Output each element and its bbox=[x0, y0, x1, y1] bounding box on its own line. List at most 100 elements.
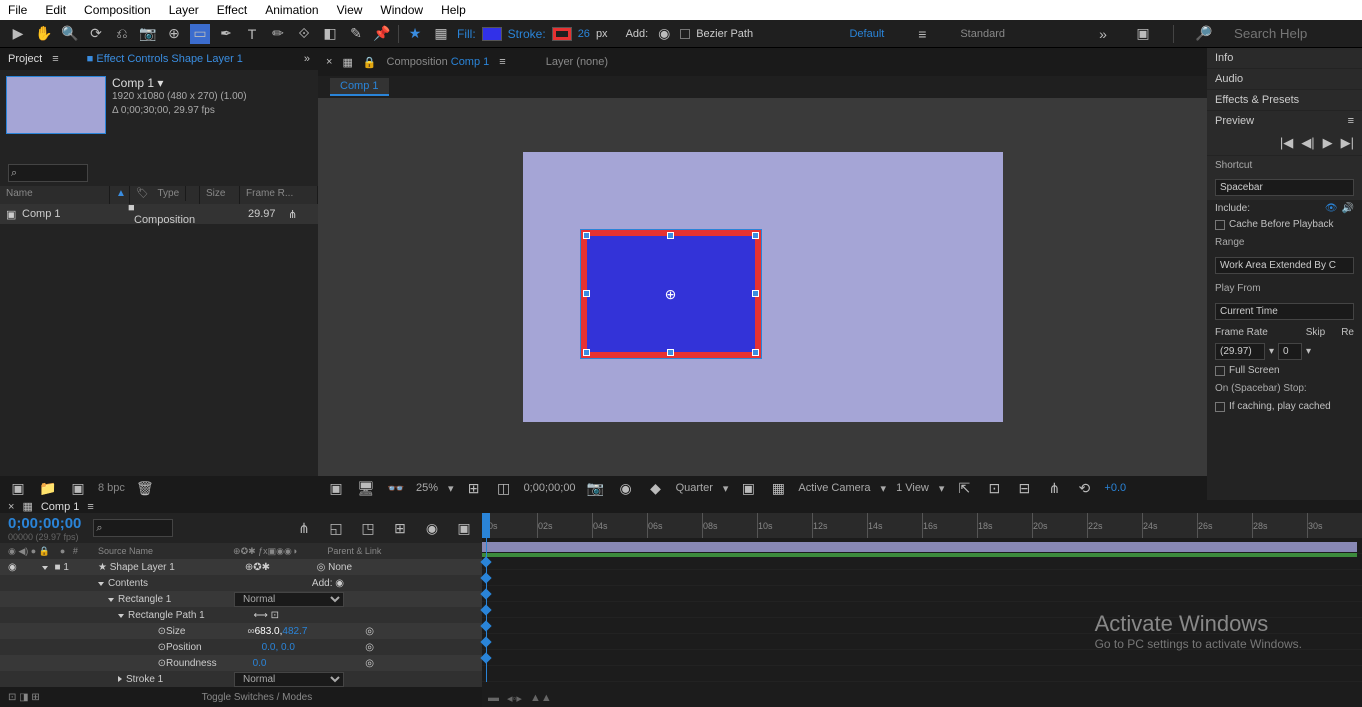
prev-frame-icon[interactable]: ◀| bbox=[1301, 135, 1314, 151]
camera-dropdown[interactable]: Active Camera bbox=[798, 482, 870, 494]
type-tool-icon[interactable]: T bbox=[242, 24, 262, 44]
lock-icon[interactable]: ▦ bbox=[342, 56, 352, 69]
roundness-row[interactable]: ⊙ Roundness 0.0 ◎ bbox=[0, 655, 482, 671]
hdr-size[interactable]: Size bbox=[200, 186, 240, 204]
exposure-value[interactable]: +0.0 bbox=[1104, 482, 1126, 494]
panel-info[interactable]: Info bbox=[1207, 48, 1362, 68]
comp-mini-flow-icon[interactable]: ⋔ bbox=[294, 518, 314, 538]
brush-tool-icon[interactable]: ✏ bbox=[268, 24, 288, 44]
range-dropdown[interactable] bbox=[1215, 257, 1354, 274]
eraser-tool-icon[interactable]: ◧ bbox=[320, 24, 340, 44]
channel-icon[interactable]: ◉ bbox=[616, 478, 636, 498]
zoom-in-icon[interactable]: ▲▲ bbox=[530, 692, 552, 705]
menu-file[interactable]: File bbox=[8, 3, 27, 17]
viewer-timecode[interactable]: 0;00;00;00 bbox=[524, 482, 576, 494]
rectangle1-row[interactable]: Rectangle 1 Normal bbox=[0, 591, 482, 607]
clone-tool-icon[interactable]: ⟐ bbox=[294, 24, 314, 44]
tick[interactable]: 28s bbox=[1252, 513, 1307, 538]
project-search-input[interactable] bbox=[8, 164, 88, 182]
magnify-icon[interactable]: ▣ bbox=[326, 478, 346, 498]
panel-effects-presets[interactable]: Effects & Presets bbox=[1207, 90, 1362, 110]
fill-swatch[interactable] bbox=[482, 27, 502, 41]
checker-icon[interactable]: ▦ bbox=[431, 24, 451, 44]
last-frame-icon[interactable]: ▶| bbox=[1341, 135, 1354, 151]
tick[interactable]: 30s bbox=[1307, 513, 1362, 538]
workspace-default[interactable]: Default bbox=[841, 24, 892, 44]
size-value-x[interactable]: 683.0, bbox=[255, 626, 283, 637]
project-row-comp1[interactable]: ▣ Comp 1 ■ Composition 29.97 ⋔ bbox=[0, 204, 318, 224]
hdr-name[interactable]: Name bbox=[0, 186, 110, 204]
tick[interactable]: 06s bbox=[647, 513, 702, 538]
draft3d-icon[interactable]: ◱ bbox=[326, 518, 346, 538]
panel-chevrons-icon[interactable]: » bbox=[304, 53, 310, 65]
tl-lock-icon[interactable]: ▦ bbox=[22, 500, 32, 513]
interpret-icon[interactable]: ▣ bbox=[8, 478, 28, 498]
motion-blur-icon[interactable]: ◉ bbox=[422, 518, 442, 538]
anchor-point-icon[interactable]: ⊕ bbox=[663, 286, 679, 302]
roundness-value[interactable]: 0.0 bbox=[253, 658, 267, 669]
workspace-menu-icon[interactable]: ≡ bbox=[912, 24, 932, 44]
handle-tc[interactable] bbox=[667, 232, 674, 239]
frame-blend-icon[interactable]: ⊞ bbox=[390, 518, 410, 538]
position-row[interactable]: ⊙ Position 0.0, 0.0 ◎ bbox=[0, 639, 482, 655]
panel-menu-icon[interactable]: ≡ bbox=[52, 53, 58, 65]
comp-thumbnail[interactable] bbox=[6, 76, 106, 134]
zoom-dropdown[interactable]: 25% bbox=[416, 482, 438, 494]
timeline-sync-icon[interactable]: ⊟ bbox=[1014, 478, 1034, 498]
rectpath-row[interactable]: Rectangle Path 1 ⟷ ⊡ bbox=[0, 607, 482, 623]
close-tab-icon[interactable]: × bbox=[326, 56, 332, 68]
orbit-tool-icon[interactable]: ⟳ bbox=[86, 24, 106, 44]
play-icon[interactable]: ▶ bbox=[1323, 135, 1333, 151]
zoom-out-icon[interactable]: ▬ bbox=[488, 692, 499, 705]
handle-br[interactable] bbox=[752, 349, 759, 356]
chevrons-icon[interactable]: » bbox=[1093, 24, 1113, 44]
pen-tool-icon[interactable]: ✒ bbox=[216, 24, 236, 44]
include-audio-icon[interactable]: 🔊 bbox=[1342, 203, 1354, 214]
tl-close-icon[interactable]: × bbox=[8, 501, 14, 513]
handle-lc[interactable] bbox=[583, 290, 590, 297]
composition-tab-label[interactable]: Composition Comp 1 bbox=[387, 56, 490, 68]
viewer-menu-icon[interactable]: ≡ bbox=[499, 56, 505, 68]
add-arrow-icon[interactable]: ◉ bbox=[654, 24, 674, 44]
handle-bc[interactable] bbox=[667, 349, 674, 356]
comp-flow-icon[interactable]: ⋔ bbox=[1044, 478, 1064, 498]
stroke1-row[interactable]: Stroke 1 Normal bbox=[0, 671, 482, 687]
selection-tool-icon[interactable]: ▶ bbox=[8, 24, 28, 44]
tick[interactable]: 24s bbox=[1142, 513, 1197, 538]
stroke-blend-dropdown[interactable]: Normal bbox=[234, 672, 344, 687]
timeline-search-input[interactable] bbox=[93, 519, 173, 537]
handle-tl[interactable] bbox=[583, 232, 590, 239]
playhead-line[interactable] bbox=[486, 538, 487, 682]
bpc-label[interactable]: 8 bpc bbox=[98, 482, 125, 494]
nav-slider[interactable]: ◂◦▸ bbox=[507, 692, 522, 705]
tick[interactable]: 00s bbox=[482, 513, 537, 538]
tick[interactable]: 10s bbox=[757, 513, 812, 538]
tick[interactable]: 04s bbox=[592, 513, 647, 538]
handle-tr[interactable] bbox=[752, 232, 759, 239]
trash-icon[interactable]: 🗑 bbox=[135, 478, 155, 498]
snapshot-icon[interactable]: 📷 bbox=[586, 478, 606, 498]
lock-toggle-icon[interactable]: 🔒 bbox=[363, 56, 377, 69]
menu-effect[interactable]: Effect bbox=[217, 3, 247, 17]
menu-edit[interactable]: Edit bbox=[45, 3, 66, 17]
framerate-input[interactable] bbox=[1215, 343, 1265, 360]
layer-none-tab[interactable]: Layer (none) bbox=[546, 56, 608, 68]
star-icon[interactable]: ★ bbox=[405, 24, 425, 44]
tick[interactable]: 08s bbox=[702, 513, 757, 538]
tick[interactable]: 22s bbox=[1087, 513, 1142, 538]
menu-animation[interactable]: Animation bbox=[265, 3, 318, 17]
playhead-thumb[interactable] bbox=[482, 513, 490, 538]
tick[interactable]: 12s bbox=[812, 513, 867, 538]
timeline-tab-comp1[interactable]: Comp 1 bbox=[41, 501, 80, 513]
timeline-tracks[interactable]: 00s 02s 04s 06s 08s 10s 12s 14s 16s 18s … bbox=[482, 513, 1362, 707]
canvas-area[interactable]: ⊕ bbox=[318, 98, 1207, 476]
preview-menu-icon[interactable]: ≡ bbox=[1348, 115, 1354, 127]
shy-icon[interactable]: ◳ bbox=[358, 518, 378, 538]
flowchart-icon[interactable]: ⋔ bbox=[282, 206, 303, 223]
size-row[interactable]: ⊙ Size ∞ 683.0, 482.7 ◎ bbox=[0, 623, 482, 639]
grid-icon[interactable]: ⊞ bbox=[464, 478, 484, 498]
panel-toggle-icon[interactable]: ▣ bbox=[1133, 24, 1153, 44]
vr-icon[interactable]: 👓 bbox=[386, 478, 406, 498]
cache-checkbox[interactable] bbox=[1215, 220, 1225, 230]
track-row[interactable] bbox=[482, 538, 1362, 554]
